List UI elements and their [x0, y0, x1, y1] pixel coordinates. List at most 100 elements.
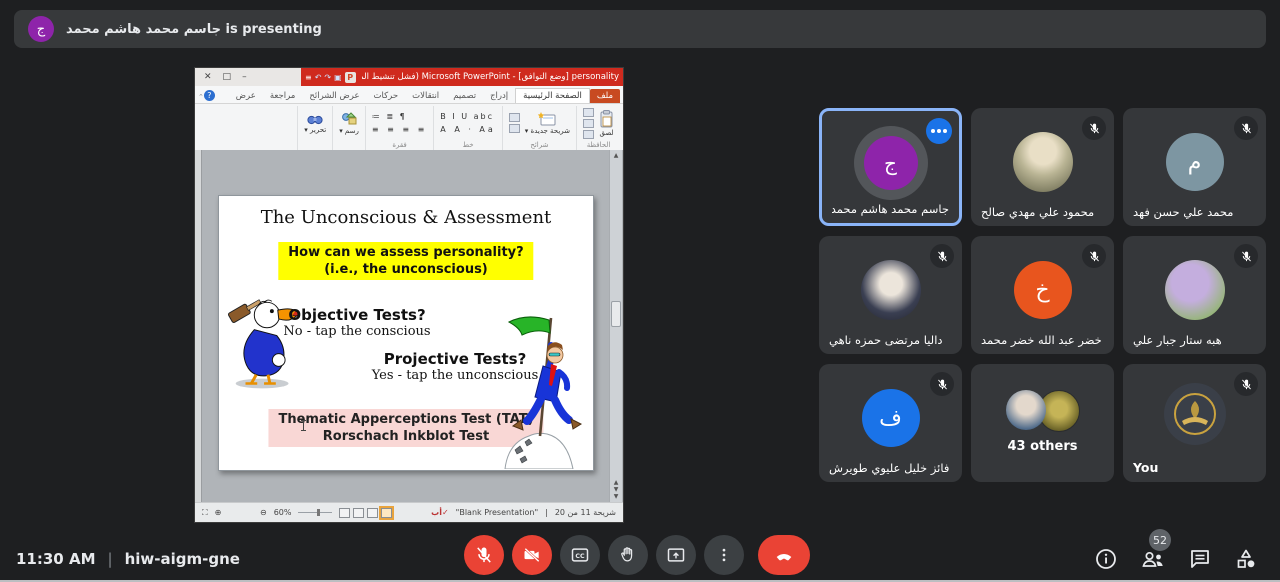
group-label-clipboard: الحافظة	[587, 140, 611, 150]
text-cursor	[303, 420, 304, 431]
toolbar-menu-icon: ≡	[305, 73, 312, 82]
mic-off-icon	[936, 378, 949, 391]
new-slide-icon	[538, 112, 556, 126]
participant-name: جاسم محمد هاشم محمد	[832, 202, 949, 216]
presenter-name: جاسم محمد هاشم محمد	[66, 22, 221, 37]
mic-off-icon	[1240, 378, 1253, 391]
ppt-slide-canvas: The Unconscious & Assessment How can we …	[195, 150, 623, 502]
shapes-icon	[341, 112, 357, 126]
tab-animations: حركات	[367, 89, 406, 103]
presenter-avatar: ج	[28, 16, 54, 42]
group-label-slides: شرائح	[530, 140, 548, 150]
tab-design: تصميم	[446, 89, 483, 103]
mic-off-icon	[936, 250, 949, 263]
participant-photo	[1013, 132, 1073, 192]
university-emblem-icon	[1172, 391, 1218, 437]
end-call-button[interactable]	[758, 535, 810, 575]
ppt-status-bar: ⛶ ⊕ ⊖ 60% أب✓ "Blank Presentation" | شري…	[195, 502, 623, 522]
spellcheck-icon: أب✓	[431, 508, 448, 517]
editing-button: تحرير ▾	[304, 112, 326, 134]
slide-yellow-callout: How can we assess personality? (i.e., th…	[278, 242, 533, 280]
more-vertical-icon	[715, 546, 733, 564]
participant-avatar: خ	[1014, 261, 1072, 319]
clipboard-small-buttons	[583, 108, 594, 139]
present-screen-button[interactable]	[656, 535, 696, 575]
ppt-quick-access-toolbar: ≡ ↶ ↷ ▣ P	[305, 72, 356, 83]
paste-button: لصق	[599, 110, 614, 137]
tab-view: عرض	[229, 89, 263, 103]
participant-tile-mahmoud[interactable]: محمود علي مهدي صالح	[971, 108, 1114, 226]
participant-photo	[1165, 260, 1225, 320]
ppt-vertical-scrollbar: ▲ ▲▼▼	[609, 150, 622, 502]
participant-tile-heba[interactable]: هبه ستار جبار علي	[1123, 236, 1266, 354]
ribbon-group-drawing: رسم ▾	[332, 106, 365, 150]
ribbon-group-paragraph: ≔ ≣ ¶ ≡ ≡ ≡ ≡ فقرة	[365, 106, 433, 150]
participant-avatar: ف	[862, 389, 920, 447]
mic-off-icon	[1088, 122, 1101, 135]
participant-tile-jasim[interactable]: ج جاسم محمد هاشم محمد	[819, 108, 962, 226]
mic-off-badge	[930, 372, 954, 396]
ppt-window-controls: ✕ □ –	[195, 68, 301, 86]
ribbon-group-editing: تحرير ▾	[297, 106, 332, 150]
clock-time: 11:30 AM	[16, 550, 96, 568]
undo-icon: ↶	[315, 73, 322, 82]
you-logo-avatar	[1164, 383, 1226, 445]
participant-tile-dalia[interactable]: داليا مرتضى حمزه ناهي	[819, 236, 962, 354]
tab-slideshow: عرض الشرائح	[302, 89, 366, 103]
meeting-panel-buttons	[1094, 547, 1258, 571]
redo-icon: ↷	[324, 73, 331, 82]
ribbon-group-font: B I U abc A A · Aa خط	[433, 106, 502, 150]
presenting-text: جاسم محمد هاشم محمد is presenting	[66, 22, 322, 37]
fit-to-window-icon: ⛶	[202, 508, 208, 518]
others-group: 43 others	[971, 390, 1114, 454]
tab-home: الصفحة الرئيسية	[515, 88, 590, 103]
participant-tile-mohammed[interactable]: م محمد علي حسن فهد	[1123, 108, 1266, 226]
participant-tile-you[interactable]: You	[1123, 364, 1266, 482]
participant-tile-faiz[interactable]: ف فائز خليل عليوي طويرش	[819, 364, 962, 482]
objective-subtext: No - tap the conscious	[277, 324, 437, 339]
meet-control-bar: 11:30 AM | hiw-aigm-gne CC 52	[0, 530, 1280, 582]
powerpoint-app-icon: P	[345, 72, 356, 83]
paragraph-controls: ≔ ≣ ¶ ≡ ≡ ≡ ≡	[372, 112, 427, 134]
raise-hand-button[interactable]	[608, 535, 648, 575]
save-icon: ▣	[334, 73, 342, 82]
participant-name: خضر عبد الله خضر محمد	[981, 333, 1104, 347]
participant-count-badge: 52	[1149, 529, 1171, 551]
ppt-titlebar: ✕ □ – personality [وضع التوافق] - Micros…	[195, 68, 623, 86]
mic-off-icon	[1240, 250, 1253, 263]
participant-tile-khidr[interactable]: خ خضر عبد الله خضر محمد	[971, 236, 1114, 354]
view-mode-icons	[339, 508, 392, 518]
zoom-slider	[298, 512, 332, 513]
svg-text:CC: CC	[575, 553, 585, 560]
participant-name: فائز خليل عليوي طويرش	[829, 461, 952, 475]
scroll-up-icon: ▲	[610, 152, 622, 159]
tab-file: ملف	[590, 89, 620, 103]
find-binoculars-icon	[307, 112, 323, 125]
participant-avatar: م	[1166, 133, 1224, 191]
more-options-button[interactable]	[704, 535, 744, 575]
participant-name: محمود علي مهدي صالح	[981, 205, 1104, 219]
meeting-details-icon[interactable]	[1094, 547, 1118, 571]
tile-options-button[interactable]	[926, 118, 952, 144]
list-icons: ≔ ≣ ¶	[372, 112, 427, 121]
mic-off-badge	[1234, 116, 1258, 140]
mic-toggle-button[interactable]	[464, 535, 504, 575]
participant-name: هبه ستار جبار علي	[1133, 333, 1256, 347]
camera-off-icon	[522, 545, 542, 565]
activities-icon[interactable]	[1234, 547, 1258, 571]
camera-toggle-button[interactable]	[512, 535, 552, 575]
objective-tests-block: Objective Tests? No - tap the conscious	[277, 306, 437, 339]
participant-tile-others[interactable]: 43 others	[971, 364, 1114, 482]
zoom-in-icon: ⊕	[215, 508, 222, 517]
mic-off-badge	[1082, 116, 1106, 140]
group-label-paragraph: فقرة	[392, 140, 406, 150]
call-buttons: CC	[464, 535, 810, 575]
ppt-window-title: personality [وضع التوافق] - Microsoft Po…	[362, 72, 619, 82]
ribbon-group-slides: شريحة جديدة ▾ شرائح	[502, 106, 576, 150]
maximize-icon: □	[223, 72, 232, 82]
ribbon-collapse-icon: ⌃	[198, 93, 204, 101]
captions-button[interactable]: CC	[560, 535, 600, 575]
participant-name: You	[1133, 460, 1256, 475]
font-controls: B I U abc A A · Aa	[440, 112, 496, 134]
chat-icon[interactable]	[1188, 547, 1212, 571]
